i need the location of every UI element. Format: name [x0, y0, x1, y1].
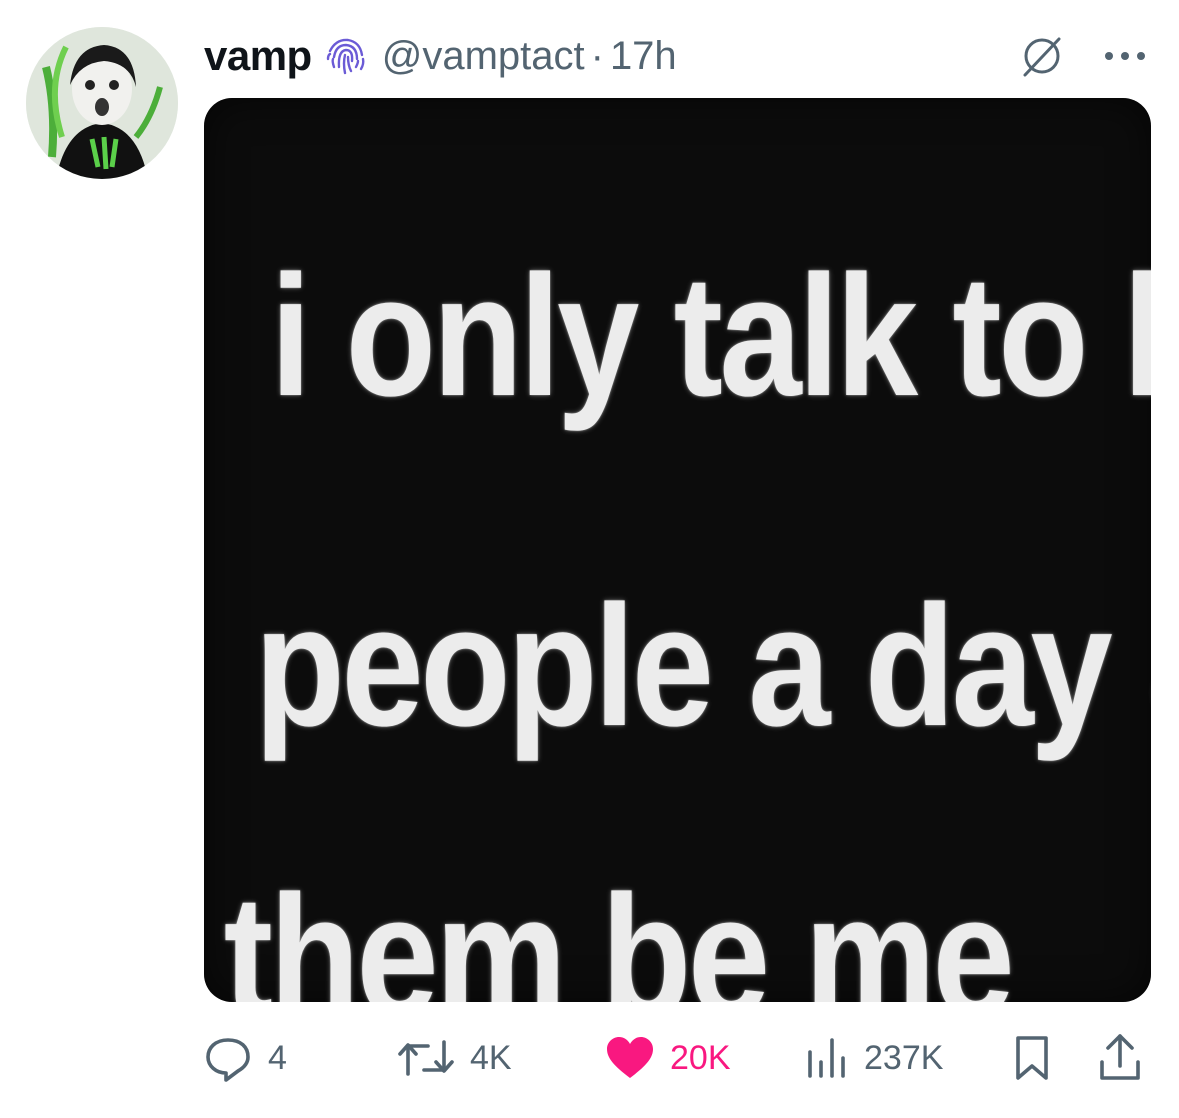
avatar[interactable]	[26, 27, 178, 179]
meme-text-line-1: i only talk to like 5	[270, 240, 1151, 432]
share-icon	[1100, 1034, 1140, 1080]
views-icon	[808, 1038, 845, 1078]
reply-icon	[206, 1038, 250, 1082]
post-image[interactable]: i only talk to like 5 people a day & 3 o…	[204, 98, 1151, 1002]
views-button[interactable]: 237K	[804, 1030, 943, 1086]
bookmark-icon	[1016, 1036, 1048, 1080]
like-count: 20K	[670, 1038, 731, 1077]
grok-icon[interactable]	[1019, 33, 1065, 79]
reply-count: 4	[268, 1038, 287, 1077]
action-bar: 4 4K 20K 237K	[200, 1030, 1160, 1090]
heart-icon	[607, 1037, 653, 1078]
share-button[interactable]	[1096, 1030, 1144, 1086]
reply-button[interactable]: 4	[202, 1030, 287, 1086]
meta-separator: ·	[590, 33, 604, 78]
fingerprint-badge-icon[interactable]	[322, 33, 368, 79]
author-handle[interactable]: @vamptact	[382, 34, 585, 79]
repost-count: 4K	[470, 1038, 512, 1077]
avatar-image	[26, 27, 178, 179]
post-time[interactable]: 17h	[610, 34, 677, 79]
repost-button[interactable]: 4K	[396, 1030, 512, 1086]
more-options-icon[interactable]	[1101, 46, 1149, 66]
author-name[interactable]: vamp	[204, 32, 312, 80]
tweet-header: vamp @vamptact · 17h	[204, 26, 1149, 86]
bookmark-button[interactable]	[1012, 1030, 1052, 1086]
views-count: 237K	[864, 1038, 944, 1077]
meme-text-line-3: them be me	[223, 860, 1015, 1002]
like-button[interactable]: 20K	[604, 1030, 731, 1086]
meme-text-line-2: people a day & 3 of	[254, 570, 1151, 762]
repost-icon	[398, 1040, 454, 1076]
